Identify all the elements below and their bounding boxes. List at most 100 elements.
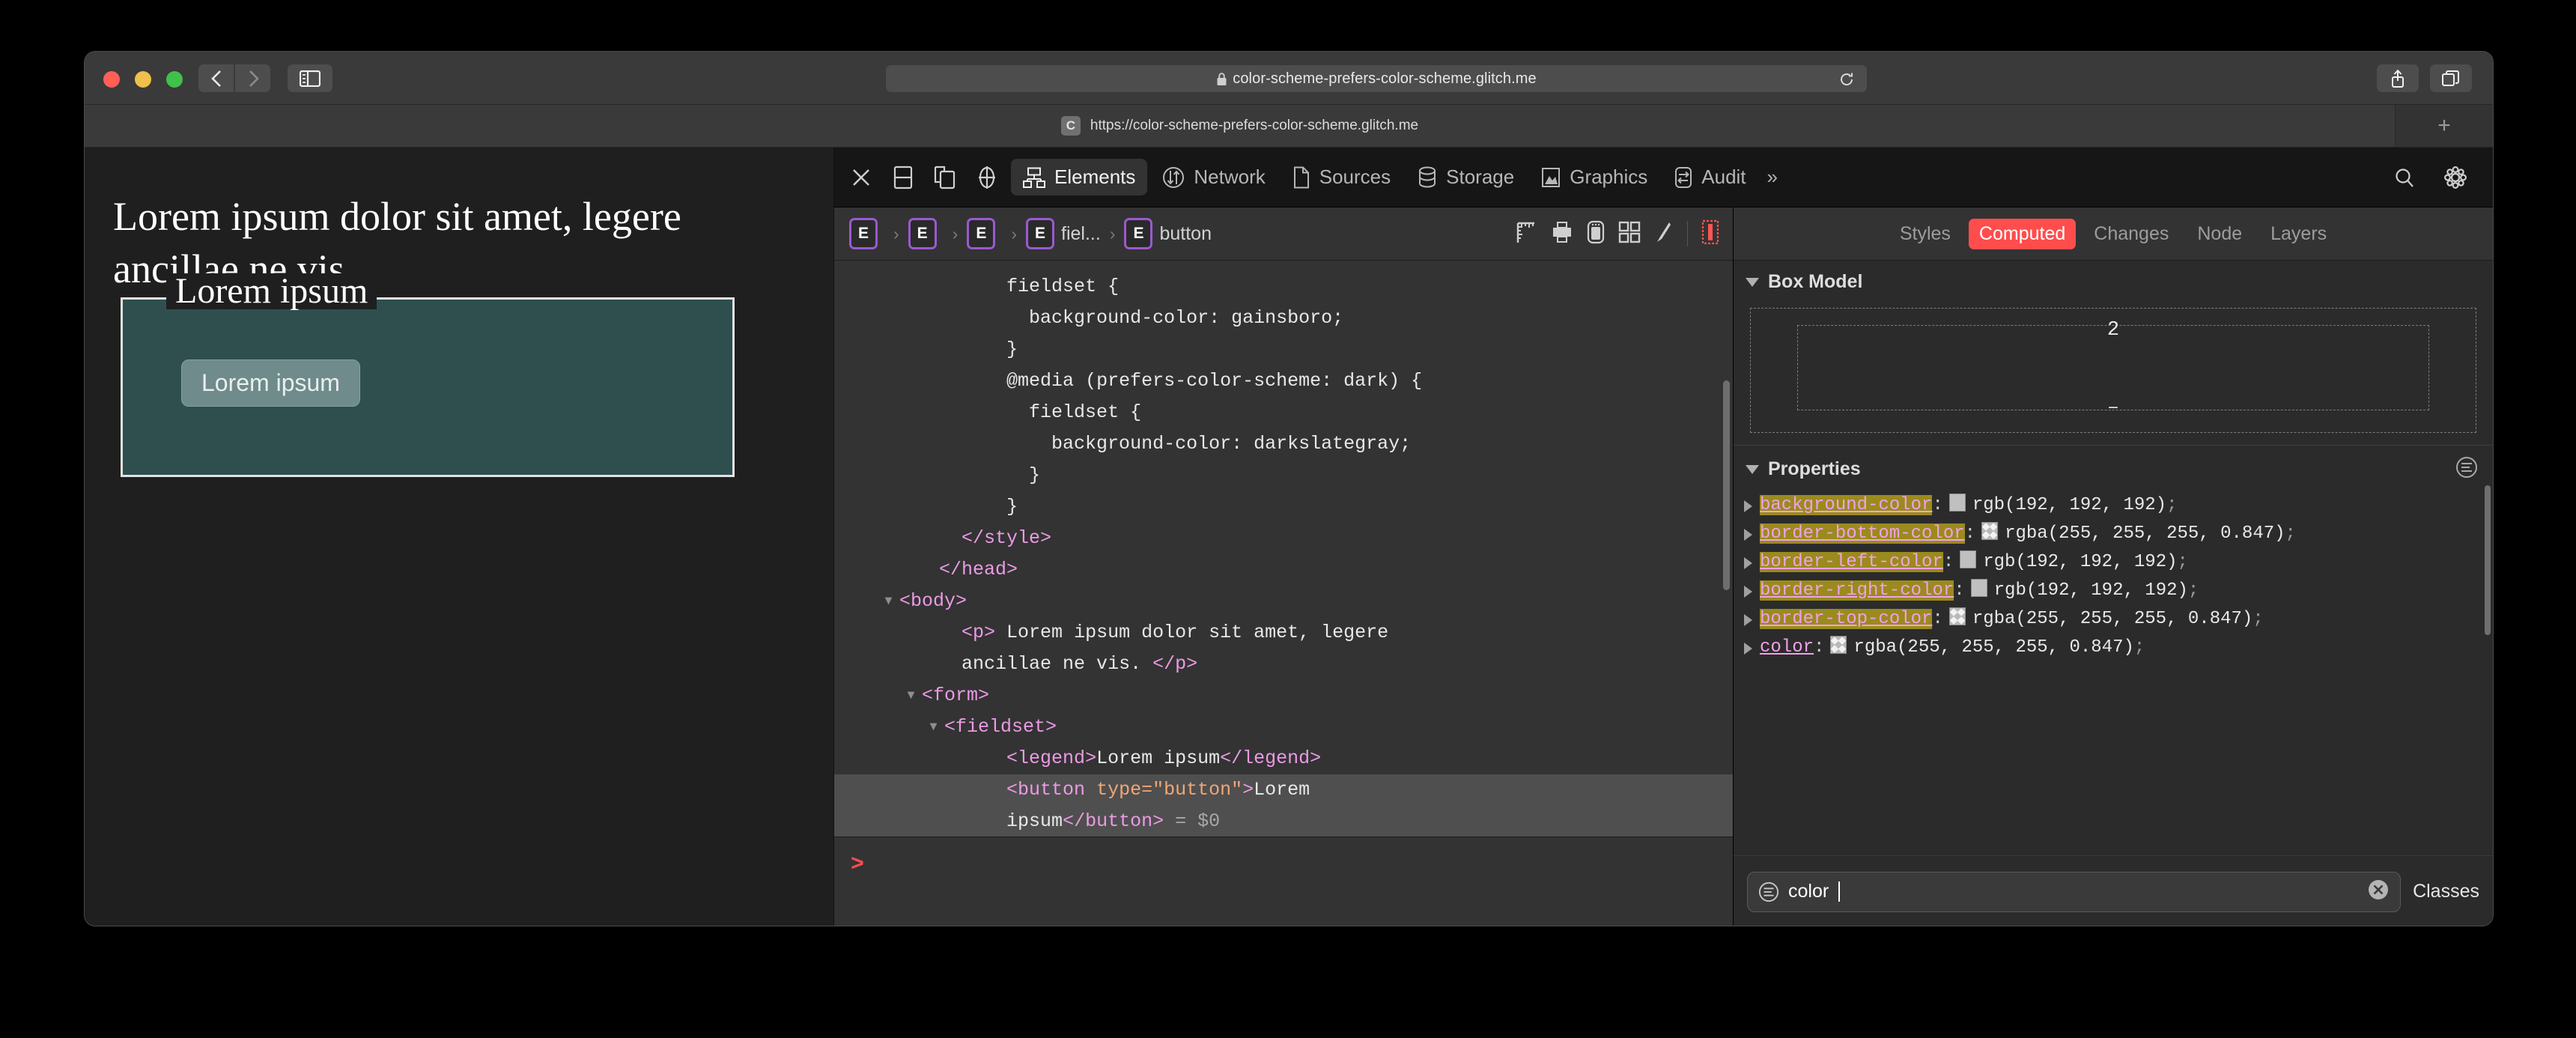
- dock-right-button[interactable]: [924, 157, 966, 198]
- forward-button[interactable]: [235, 64, 270, 92]
- inspect-element-button[interactable]: [966, 157, 1008, 198]
- close-icon: [853, 169, 869, 186]
- properties-header[interactable]: Properties: [1734, 446, 2493, 488]
- tab-graphics[interactable]: Graphics: [1529, 159, 1659, 195]
- property-body: border-top-color: rgba(255, 255, 255, 0.8…: [1760, 607, 2482, 632]
- color-swatch[interactable]: [1981, 522, 1999, 540]
- breadcrumb-item[interactable]: E: [967, 218, 1002, 249]
- tab-layers[interactable]: Layers: [2260, 219, 2337, 249]
- maximize-window-button[interactable]: [166, 71, 183, 88]
- color-swatch[interactable]: [1948, 494, 1966, 512]
- breadcrumb-item-button[interactable]: E button: [1124, 218, 1212, 249]
- close-inspector-button[interactable]: [840, 157, 882, 198]
- tab-network[interactable]: Network: [1150, 159, 1277, 195]
- dom-tree-line[interactable]: ▾ <form>: [834, 680, 1733, 711]
- computed-property-row[interactable]: color: rgba(255, 255, 255, 0.847);: [1734, 634, 2493, 662]
- inspector-settings-button[interactable]: [2434, 157, 2476, 198]
- dom-tree-line[interactable]: <p> Lorem ipsum dolor sit amet, legere: [834, 617, 1733, 649]
- computed-property-row[interactable]: border-bottom-color: rgba(255, 255, 255, …: [1734, 520, 2493, 548]
- dom-tree-line[interactable]: </style>: [834, 523, 1733, 554]
- disclosure-triangle-icon[interactable]: [1744, 586, 1752, 598]
- property-semicolon: ;: [2177, 552, 2188, 572]
- page-lorem-button[interactable]: Lorem ipsum: [181, 359, 360, 407]
- show-all-tabs-button[interactable]: [2430, 64, 2472, 92]
- dom-tree-line[interactable]: }: [834, 334, 1733, 365]
- tab-styles[interactable]: Styles: [1889, 219, 1961, 249]
- color-swatch[interactable]: [1970, 579, 1987, 597]
- dom-tree-line[interactable]: ipsum</button> = $0: [834, 806, 1733, 837]
- force-state-icon: [1701, 219, 1719, 244]
- disclosure-triangle-icon[interactable]: [1744, 614, 1752, 626]
- box-model-header[interactable]: Box Model: [1734, 261, 2493, 299]
- tab-favicon: C: [1060, 116, 1081, 136]
- dom-column: E › E › E › E fiel... › E button fieldse…: [834, 207, 1734, 926]
- overflow-tabs-button[interactable]: »: [1758, 166, 1787, 189]
- element-badge: E: [908, 218, 937, 249]
- dom-tree-line[interactable]: }: [834, 460, 1733, 491]
- computed-property-row[interactable]: border-top-color: rgba(255, 255, 255, 0.8…: [1734, 605, 2493, 634]
- disclosure-triangle-icon[interactable]: [1744, 643, 1752, 655]
- tab-elements[interactable]: Elements: [1011, 159, 1148, 195]
- dom-tree-line[interactable]: </head>: [834, 554, 1733, 586]
- dom-tree-line[interactable]: ▾ <body>: [834, 586, 1733, 617]
- device-button[interactable]: [1587, 220, 1605, 248]
- tab-changes[interactable]: Changes: [2083, 219, 2179, 249]
- tab-audit[interactable]: Audit: [1662, 159, 1758, 195]
- dock-bottom-button[interactable]: [882, 157, 924, 198]
- paintbrush-button[interactable]: [1654, 220, 1674, 248]
- tab-storage-label: Storage: [1446, 166, 1515, 188]
- disclosure-triangle-icon[interactable]: [1744, 557, 1752, 569]
- share-button[interactable]: [2377, 64, 2419, 92]
- address-bar[interactable]: color-scheme-prefers-color-scheme.glitch…: [886, 65, 1867, 92]
- dom-tree-line[interactable]: ▾ <fieldset>: [834, 711, 1733, 743]
- browser-tab[interactable]: C https://color-scheme-prefers-color-sch…: [85, 105, 2396, 147]
- back-button[interactable]: [198, 64, 234, 92]
- property-value: rgb(192, 192, 192): [1993, 580, 2188, 601]
- color-swatch[interactable]: [1960, 550, 1977, 568]
- close-window-button[interactable]: [103, 71, 120, 88]
- color-swatch[interactable]: [1830, 636, 1847, 654]
- dom-tree-line[interactable]: }: [834, 491, 1733, 523]
- disclosure-triangle-icon[interactable]: [1746, 277, 1759, 287]
- properties-filter-input[interactable]: color: [1747, 871, 2402, 912]
- dom-tree-line[interactable]: <button type="button">Lorem: [834, 774, 1733, 806]
- dom-tree[interactable]: fieldset { background-color: gainsboro; …: [834, 261, 1733, 837]
- minimize-window-button[interactable]: [135, 71, 151, 88]
- dom-tree-line[interactable]: @media (prefers-color-scheme: dark) {: [834, 365, 1733, 397]
- tab-computed[interactable]: Computed: [1968, 218, 2077, 249]
- console-prompt-bar[interactable]: >: [834, 837, 1733, 926]
- breadcrumb: E › E › E › E fiel... › E button: [834, 207, 1733, 261]
- inspector-search-button[interactable]: [2384, 157, 2425, 198]
- disclosure-triangle-icon[interactable]: [1744, 500, 1752, 512]
- force-state-button[interactable]: [1701, 219, 1719, 249]
- color-swatch[interactable]: [1948, 607, 1966, 625]
- tab-sources[interactable]: Sources: [1281, 159, 1403, 195]
- grid-overlay-button[interactable]: [1618, 221, 1641, 247]
- reload-button[interactable]: [1838, 71, 1855, 91]
- computed-property-row[interactable]: border-left-color: rgb(192, 192, 192);: [1734, 548, 2493, 577]
- breadcrumb-item[interactable]: E: [849, 218, 884, 249]
- sidebar-toggle-button[interactable]: [288, 64, 332, 92]
- dom-tree-scrollbar[interactable]: [1723, 380, 1730, 590]
- layout-ruler-button[interactable]: [1515, 220, 1537, 248]
- dom-tree-line[interactable]: <legend>Lorem ipsum</legend>: [834, 743, 1733, 774]
- tab-storage[interactable]: Storage: [1406, 159, 1526, 195]
- print-button[interactable]: [1551, 221, 1573, 247]
- dom-tree-line[interactable]: background-color: gainsboro;: [834, 303, 1733, 334]
- dom-tree-line[interactable]: fieldset {: [834, 397, 1733, 428]
- breadcrumb-item[interactable]: E fiel...: [1026, 218, 1101, 249]
- disclosure-triangle-icon[interactable]: [1746, 464, 1759, 474]
- dom-tree-line[interactable]: ancillae ne vis. </p>: [834, 649, 1733, 680]
- clear-filter-button[interactable]: [2367, 878, 2390, 905]
- dom-tree-line[interactable]: background-color: darkslategray;: [834, 428, 1733, 460]
- sidebar-scrollbar[interactable]: [2485, 485, 2491, 635]
- properties-filter-button[interactable]: [2455, 456, 2493, 482]
- computed-property-row[interactable]: border-right-color: rgb(192, 192, 192);: [1734, 577, 2493, 605]
- dom-tree-line[interactable]: fieldset {: [834, 271, 1733, 303]
- new-tab-button[interactable]: +: [2396, 105, 2493, 147]
- classes-button[interactable]: Classes: [2413, 881, 2479, 902]
- breadcrumb-item[interactable]: E: [908, 218, 944, 249]
- disclosure-triangle-icon[interactable]: [1744, 529, 1752, 541]
- tab-node[interactable]: Node: [2187, 219, 2253, 249]
- computed-property-row[interactable]: background-color: rgb(192, 192, 192);: [1734, 491, 2493, 520]
